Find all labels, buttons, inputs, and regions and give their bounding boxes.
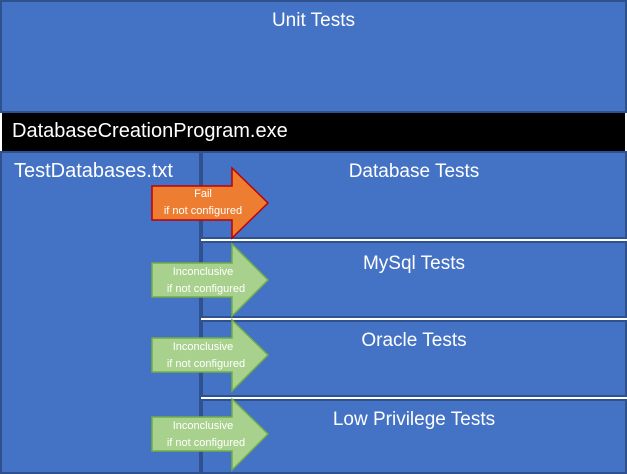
inconclusive-arrow-mysql: Inconclusive if not configured bbox=[151, 242, 270, 318]
inconclusive-arrow-low-privilege-line1: Inconclusive bbox=[173, 420, 234, 432]
inconclusive-arrow-low-privilege: Inconclusive if not configured bbox=[151, 397, 270, 472]
arrows-layer: Fail if not configured Inconclusive if n… bbox=[151, 166, 270, 472]
inconclusive-arrow-low-privilege-line2: if not configured bbox=[167, 437, 245, 449]
inconclusive-arrow-oracle-line2: if not configured bbox=[167, 358, 245, 370]
fail-arrow: Fail if not configured bbox=[151, 166, 270, 240]
inconclusive-arrow-oracle-line1: Inconclusive bbox=[173, 341, 234, 353]
inconclusive-arrow-mysql-line2: if not configured bbox=[167, 283, 245, 295]
inconclusive-arrow-oracle: Inconclusive if not configured bbox=[151, 318, 270, 393]
fail-arrow-line1: Fail bbox=[194, 188, 212, 200]
inconclusive-arrow-mysql-line1: Inconclusive bbox=[173, 266, 234, 278]
fail-arrow-line2: if not configured bbox=[164, 205, 242, 217]
